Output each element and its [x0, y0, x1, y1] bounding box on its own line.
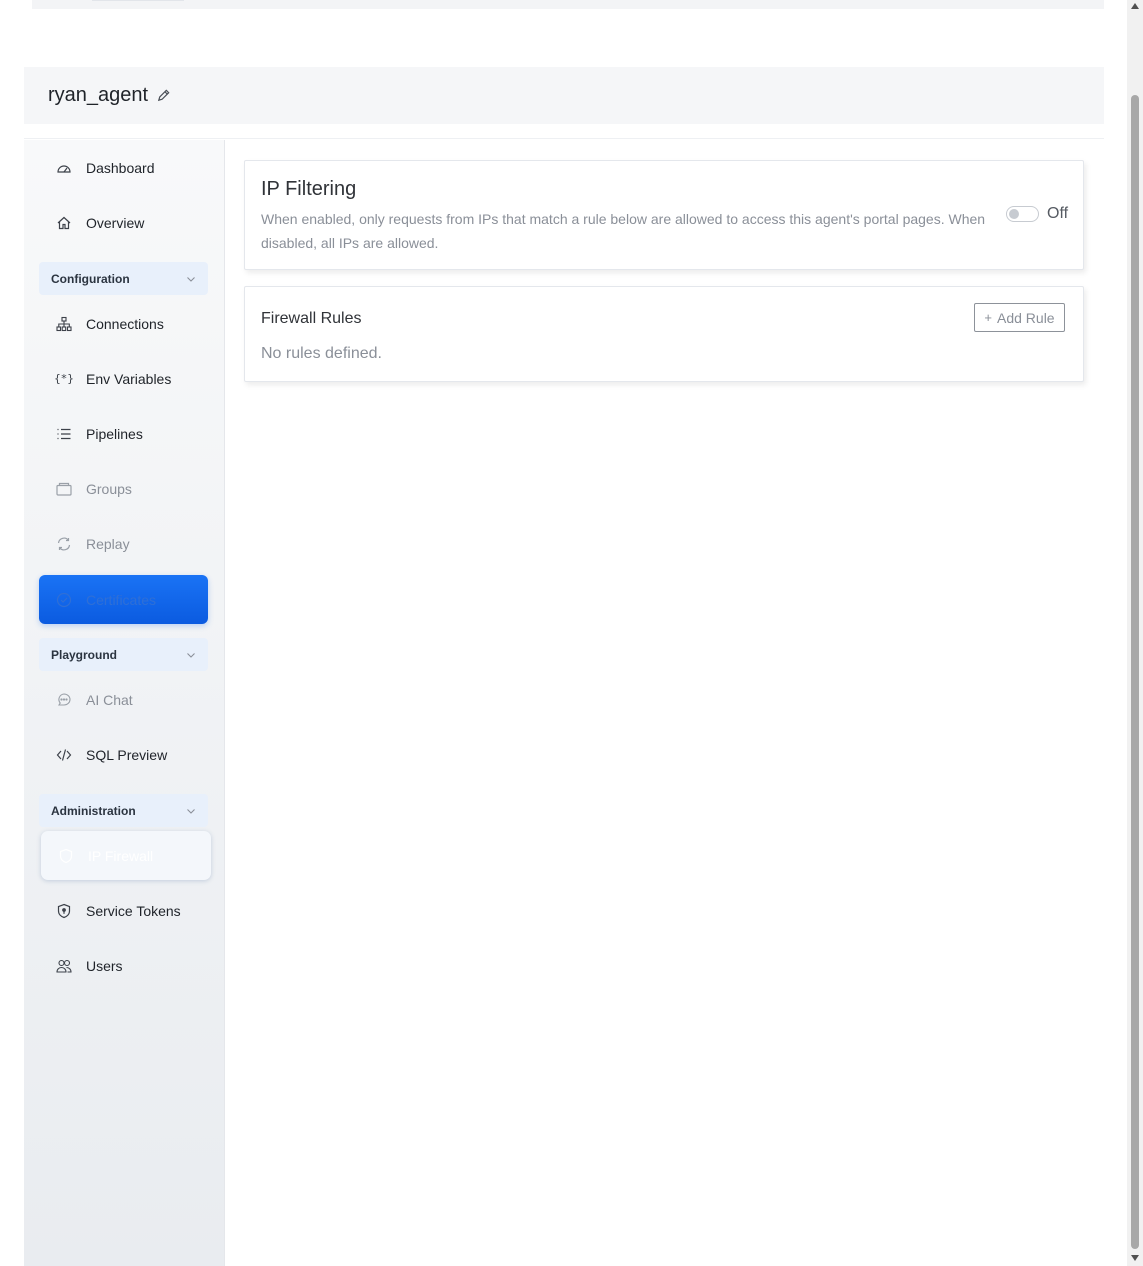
add-rule-label: Add Rule	[997, 309, 1055, 326]
sidebar-item-label: Env Variables	[86, 370, 172, 387]
section-configuration[interactable]: Configuration	[39, 262, 208, 295]
ip-filtering-card: IP Filtering When enabled, only requests…	[244, 160, 1084, 270]
sidebar-item-label: AI Chat	[86, 691, 133, 708]
list-icon	[56, 426, 72, 442]
sidebar-item-label: Users	[86, 957, 123, 974]
sidebar-item-label: IP Firewall	[88, 847, 154, 864]
main-content: IP Filtering When enabled, only requests…	[225, 140, 1104, 1266]
sidebar-item-users[interactable]: Users	[39, 941, 208, 990]
ip-filtering-toggle-group: Off	[1006, 205, 1068, 223]
scroll-down-arrow-icon[interactable]	[1131, 1255, 1139, 1261]
chevron-down-icon	[186, 650, 196, 660]
plus-icon: +	[984, 310, 992, 325]
scroll-up-arrow-icon[interactable]	[1131, 3, 1139, 9]
no-rules-text: No rules defined.	[261, 345, 382, 362]
top-tab-strip	[32, 0, 1104, 9]
firewall-rules-card: Firewall Rules + Add Rule No rules defin…	[244, 286, 1084, 382]
sidebar-item-dashboard[interactable]: Dashboard	[39, 143, 208, 192]
ip-filtering-description: When enabled, only requests from IPs tha…	[261, 211, 986, 251]
section-label: Playground	[51, 647, 118, 662]
agent-header: ryan_agent	[24, 67, 1104, 124]
section-label: Configuration	[51, 271, 130, 286]
sidebar-item-ai-chat[interactable]: AI Chat	[39, 675, 208, 724]
scrollbar-thumb[interactable]	[1131, 95, 1139, 1249]
firewall-rules-title: Firewall Rules	[261, 310, 362, 327]
sidebar-item-label: SQL Preview	[86, 746, 168, 763]
chat-icon	[56, 692, 72, 708]
sidebar-item-service-tokens[interactable]: Service Tokens	[39, 886, 208, 935]
sidebar-item-label: Overview	[86, 214, 145, 231]
sidebar-item-label: Pipelines	[86, 425, 143, 442]
sidebar-item-label: Groups	[86, 480, 132, 497]
sidebar-item-label: Dashboard	[86, 159, 155, 176]
sidebar-item-certificates[interactable]: Certificates	[39, 575, 208, 624]
sidebar-item-replay[interactable]: Replay	[39, 519, 208, 568]
agent-name: ryan_agent	[48, 84, 149, 106]
certificate-icon	[56, 592, 72, 608]
sidebar-item-pipelines[interactable]: Pipelines	[39, 409, 208, 458]
toggle-knob	[1009, 209, 1019, 219]
shield-key-icon	[56, 903, 72, 919]
add-rule-button[interactable]: + Add Rule	[974, 303, 1065, 332]
chevron-down-icon	[186, 806, 196, 816]
sidebar-item-label: Replay	[86, 535, 130, 552]
folder-icon	[56, 481, 72, 497]
sidebar-item-ip-firewall[interactable]: IP Firewall	[41, 831, 211, 880]
section-label: Administration	[51, 803, 136, 818]
sidebar-item-overview[interactable]: Overview	[39, 198, 208, 247]
users-icon	[56, 958, 72, 974]
sidebar-item-groups[interactable]: Groups	[39, 464, 208, 513]
section-playground[interactable]: Playground	[39, 638, 208, 671]
sidebar-item-connections[interactable]: Connections	[39, 299, 208, 348]
sidebar-item-label: Service Tokens	[86, 902, 181, 919]
header-divider	[24, 138, 1104, 139]
sidebar-item-label: Connections	[86, 315, 164, 332]
home-icon	[56, 215, 72, 231]
code-icon	[56, 747, 72, 763]
ip-filtering-toggle[interactable]	[1006, 206, 1039, 222]
chevron-down-icon	[186, 274, 196, 284]
tab-remnant	[92, 0, 184, 1]
page-scrollbar[interactable]	[1127, 0, 1143, 1266]
dashboard-gauge-icon	[56, 160, 72, 176]
sidebar-item-env-variables[interactable]: {*} Env Variables	[39, 354, 208, 403]
sidebar: Dashboard Overview Configuration Connect…	[24, 140, 225, 1266]
braces-icon: {*}	[54, 372, 74, 385]
sidebar-item-sql-preview[interactable]: SQL Preview	[39, 730, 208, 779]
pencil-icon[interactable]	[156, 88, 171, 103]
network-icon	[56, 316, 72, 332]
ip-filtering-title: IP Filtering	[261, 178, 357, 200]
refresh-icon	[56, 536, 72, 552]
section-administration[interactable]: Administration	[39, 794, 208, 827]
shield-icon	[58, 848, 74, 864]
sidebar-item-label: Certificates	[86, 591, 157, 608]
toggle-state-label: Off	[1047, 205, 1069, 222]
